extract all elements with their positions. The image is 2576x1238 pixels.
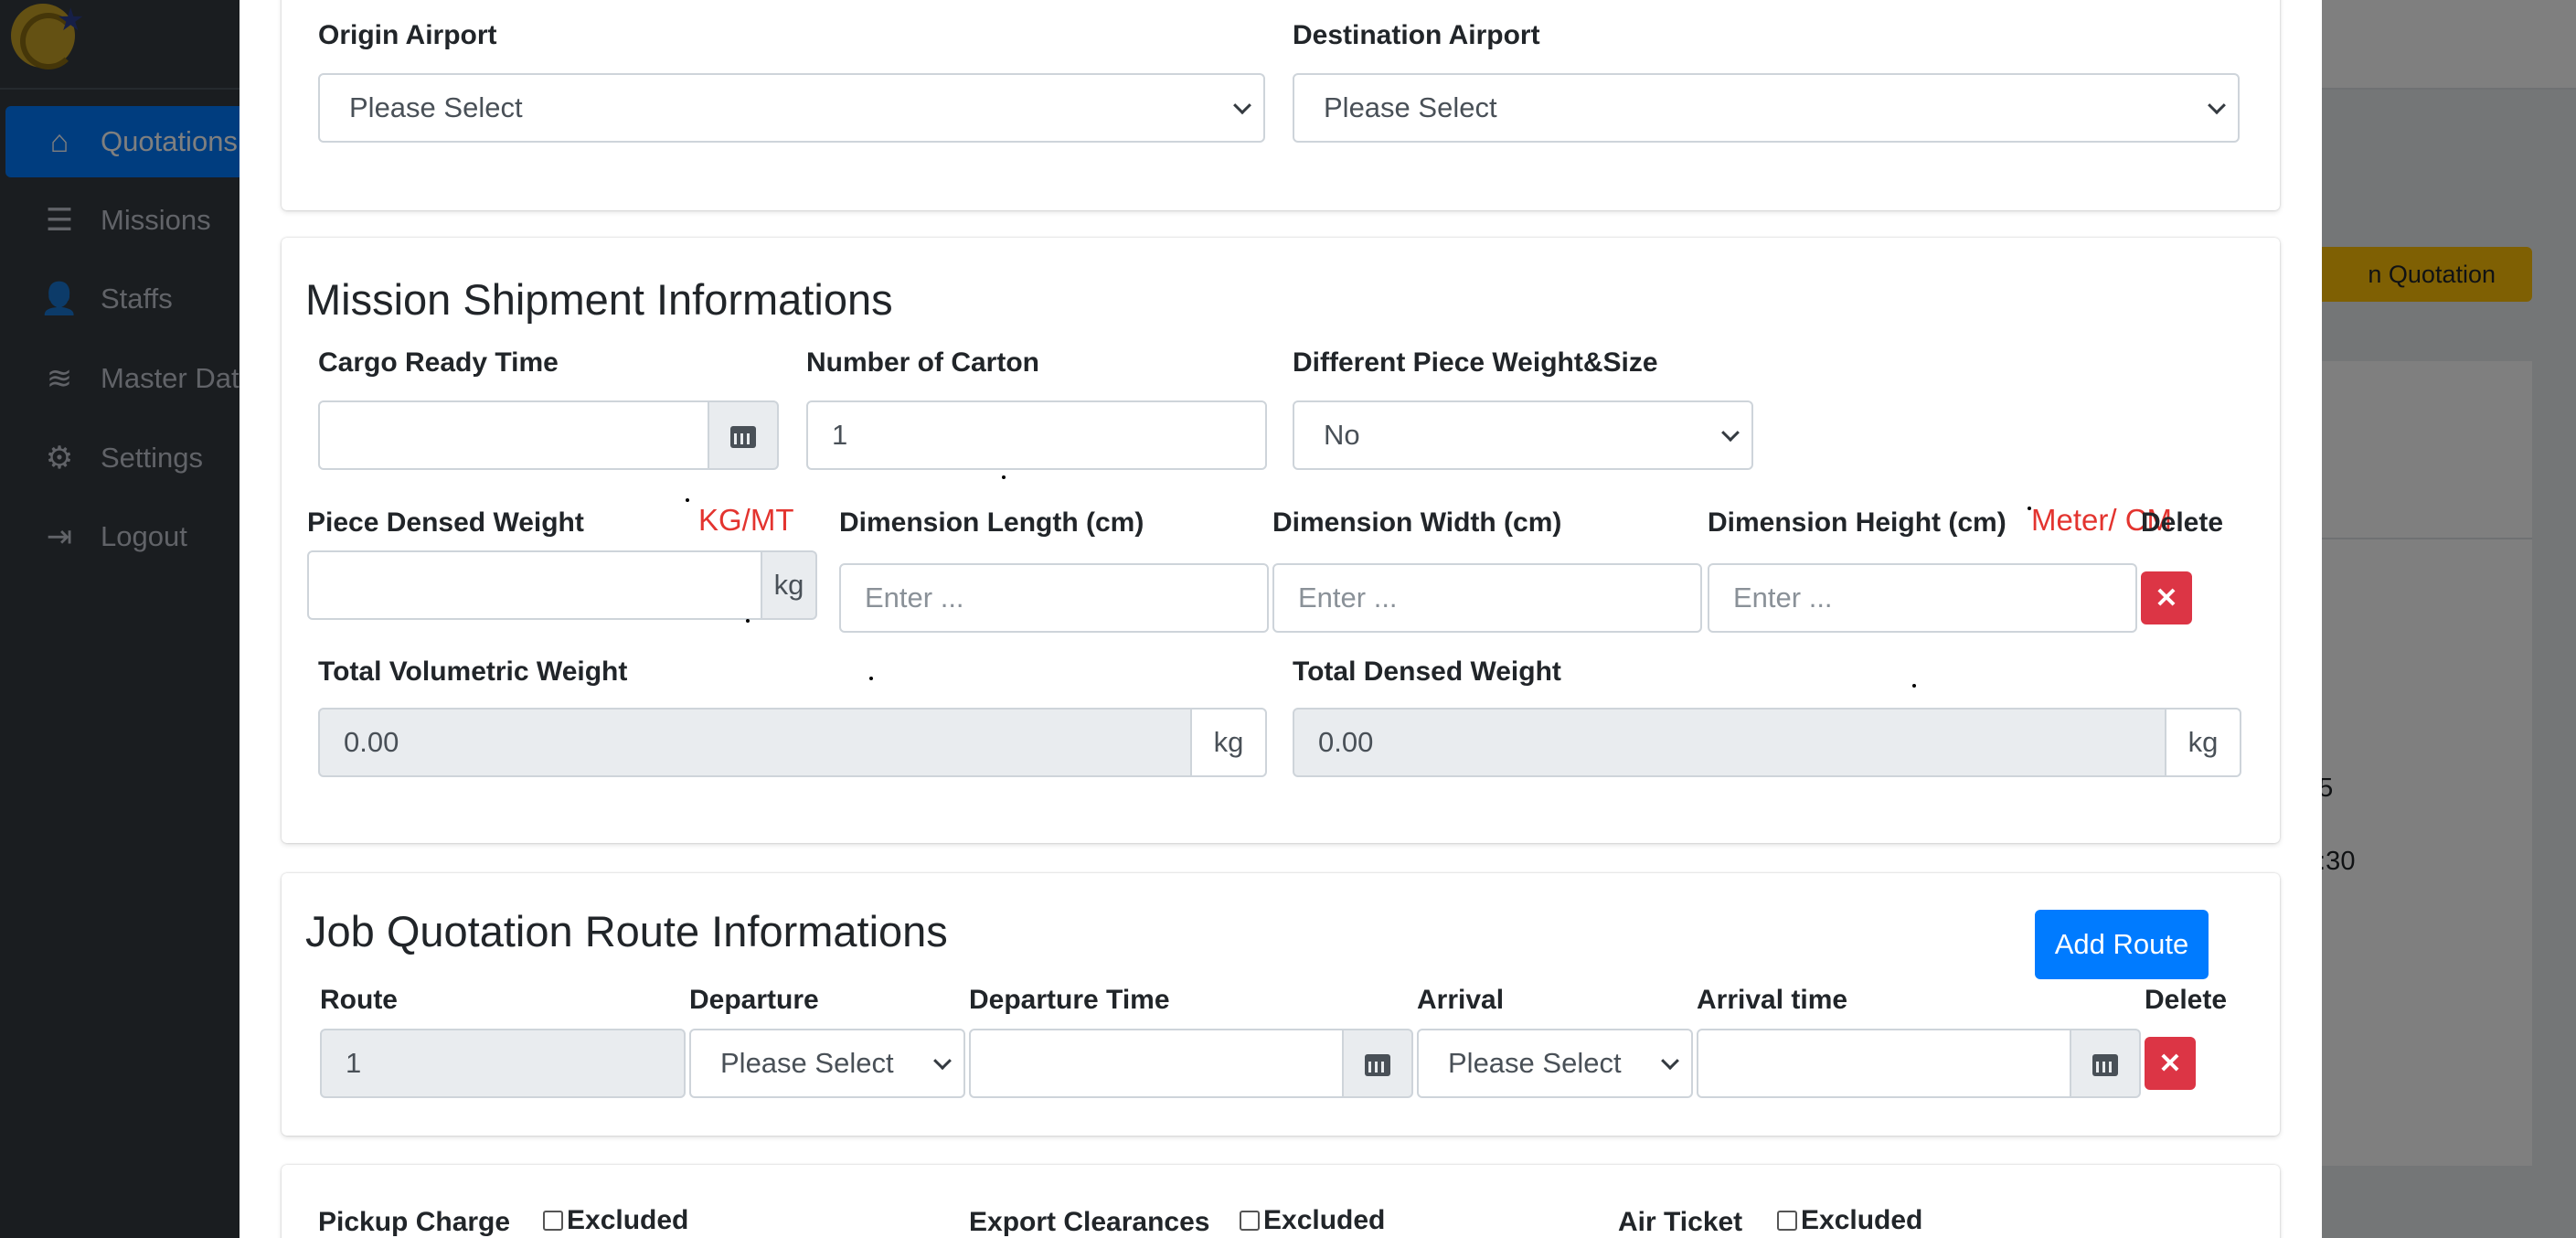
- origin-airport-select[interactable]: Please Select: [318, 73, 1265, 143]
- destination-airport-label: Destination Airport: [1293, 20, 1540, 50]
- length-input[interactable]: Enter ...: [839, 563, 1269, 633]
- chevron-down-icon: [1233, 96, 1251, 115]
- different-piece-select[interactable]: No: [1293, 400, 1753, 470]
- departure-time-input[interactable]: [969, 1029, 1344, 1098]
- destination-airport-select[interactable]: Please Select: [1293, 73, 2240, 143]
- excluded-label: Excluded: [567, 1205, 689, 1235]
- arrival-value: Please Select: [1448, 1047, 1622, 1079]
- pickup-charge-label: Pickup Charge: [318, 1207, 511, 1237]
- checkbox[interactable]: [543, 1211, 563, 1231]
- arrival-time-header: Arrival time: [1697, 985, 1848, 1015]
- shipment-card: Mission Shipment Informations Cargo Read…: [282, 238, 2280, 843]
- air-ticket-excluded-checkbox[interactable]: Excluded: [1777, 1205, 1922, 1236]
- densed-unit-addon: kg: [2165, 708, 2241, 777]
- width-input[interactable]: Enter ...: [1272, 563, 1702, 633]
- add-route-button[interactable]: Add Route: [2035, 910, 2209, 979]
- airport-card: Origin Airport Please Select Destination…: [282, 0, 2280, 210]
- calendar-icon: [1365, 1051, 1390, 1076]
- cargo-ready-input[interactable]: [318, 400, 709, 470]
- departure-value: Please Select: [720, 1047, 894, 1079]
- stray-dot: [869, 677, 873, 680]
- export-excluded-checkbox[interactable]: Excluded: [1240, 1205, 1385, 1236]
- weight-unit-addon: kg: [761, 550, 817, 620]
- chevron-down-icon: [1721, 423, 1740, 443]
- close-icon: ✕: [2155, 582, 2178, 614]
- arrival-time-input[interactable]: [1697, 1029, 2071, 1098]
- delete-header: Delete: [2145, 985, 2228, 1015]
- departure-select[interactable]: Please Select: [689, 1029, 965, 1098]
- charges-card: Pickup Charge Excluded Export Clearances…: [282, 1165, 2280, 1238]
- cargo-ready-label: Cargo Ready Time: [318, 347, 559, 378]
- air-ticket-label: Air Ticket: [1618, 1207, 1743, 1237]
- chevron-down-icon: [1661, 1051, 1679, 1071]
- checkbox[interactable]: [1240, 1211, 1260, 1231]
- pickup-excluded-checkbox[interactable]: Excluded: [543, 1205, 688, 1236]
- calendar-button[interactable]: [1342, 1029, 1413, 1098]
- cartons-label: Number of Carton: [806, 347, 1039, 378]
- arrival-header: Arrival: [1417, 985, 1505, 1015]
- excluded-label: Excluded: [1801, 1205, 1923, 1235]
- calendar-icon: [2092, 1051, 2118, 1076]
- height-input[interactable]: Enter ...: [1708, 563, 2137, 633]
- different-piece-value: No: [1324, 419, 1360, 451]
- volumetric-unit-addon: kg: [1190, 708, 1267, 777]
- departure-time-header: Departure Time: [969, 985, 1170, 1015]
- total-volumetric-input: 0.00: [318, 708, 1192, 777]
- length-label: Dimension Length (cm): [839, 507, 1144, 538]
- route-header: Route: [320, 985, 398, 1015]
- weight-unit-note: KG/MT: [698, 503, 794, 537]
- calendar-button[interactable]: [2070, 1029, 2141, 1098]
- arrival-select[interactable]: Please Select: [1417, 1029, 1693, 1098]
- destination-airport-value: Please Select: [1324, 91, 1497, 123]
- cartons-input[interactable]: 1: [806, 400, 1267, 470]
- width-label: Dimension Width (cm): [1272, 507, 1562, 538]
- stray-dot: [1912, 684, 1916, 688]
- stray-dot: [2028, 507, 2031, 510]
- stray-dot: [1002, 475, 1006, 479]
- stray-dot: [746, 619, 750, 623]
- total-densed-label: Total Densed Weight: [1293, 656, 1561, 687]
- delete-route-button[interactable]: ✕: [2145, 1037, 2196, 1090]
- total-volumetric-label: Total Volumetric Weight: [318, 656, 628, 687]
- delete-label: Delete: [2141, 507, 2224, 538]
- origin-airport-label: Origin Airport: [318, 20, 497, 50]
- quotation-modal: Origin Airport Please Select Destination…: [240, 0, 2322, 1238]
- departure-header: Departure: [689, 985, 819, 1015]
- route-card: Job Quotation Route Informations Add Rou…: [282, 873, 2280, 1136]
- checkbox[interactable]: [1777, 1211, 1797, 1231]
- route-section-title: Job Quotation Route Informations: [305, 907, 948, 955]
- height-label: Dimension Height (cm): [1708, 507, 2007, 538]
- calendar-icon: [730, 422, 756, 448]
- different-piece-label: Different Piece Weight&Size: [1293, 347, 1658, 378]
- piece-weight-label: Piece Densed Weight: [307, 507, 584, 538]
- delete-piece-button[interactable]: ✕: [2141, 571, 2192, 624]
- shipment-section-title: Mission Shipment Informations: [305, 275, 893, 324]
- stray-dot: [686, 498, 689, 502]
- chevron-down-icon: [2208, 96, 2226, 115]
- excluded-label: Excluded: [1263, 1205, 1386, 1235]
- route-number-input: 1: [320, 1029, 686, 1098]
- export-clearances-label: Export Clearances: [969, 1207, 1210, 1237]
- calendar-button[interactable]: [708, 400, 779, 470]
- chevron-down-icon: [933, 1051, 952, 1071]
- close-icon: ✕: [2158, 1048, 2182, 1079]
- origin-airport-value: Please Select: [349, 91, 523, 123]
- piece-weight-input[interactable]: [307, 550, 764, 620]
- total-densed-input: 0.00: [1293, 708, 2166, 777]
